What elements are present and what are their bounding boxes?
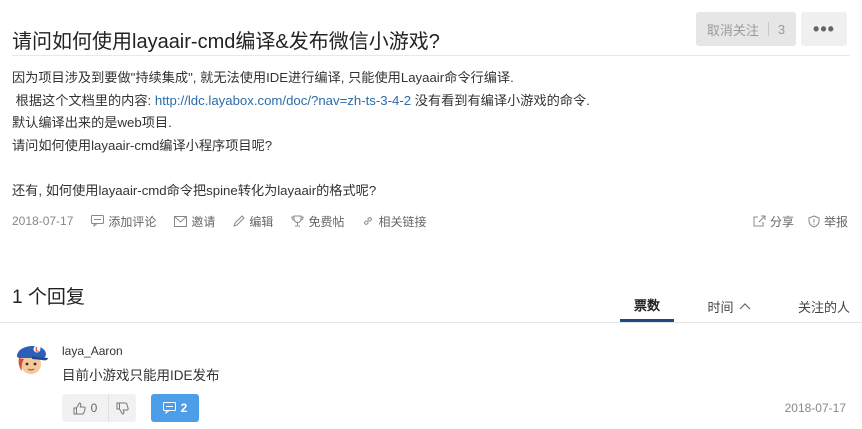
question-body: 因为项目涉及到要做"持续集成", 就无法使用IDE进行编译, 只能使用Layaa… [12, 67, 842, 203]
comment-icon [162, 402, 176, 414]
body-line-blank [12, 157, 842, 180]
answer-username[interactable]: laya_Aaron [62, 344, 123, 358]
free-post-link[interactable]: 免费帖 [291, 213, 344, 230]
invite-link[interactable]: 邀请 [174, 213, 215, 230]
unfollow-button[interactable]: 取消关注 3 [696, 12, 796, 46]
follow-count: 3 [777, 21, 786, 37]
answer-count-heading: 1 个回复 [12, 287, 85, 308]
doc-link[interactable]: http://ldc.layabox.com/doc/?nav=zh-ts-3-… [155, 93, 411, 108]
comments-button[interactable]: 2 [151, 394, 199, 422]
sort-tabs: 票数 时间 关注的人 [620, 290, 862, 322]
tab-time[interactable]: 时间 [692, 290, 766, 322]
shield-icon [808, 214, 820, 228]
thumbs-down-icon [116, 402, 129, 415]
chevron-up-icon [739, 303, 750, 310]
body-line-doc: 根据这个文档里的内容: http://ldc.layabox.com/doc/?… [12, 92, 590, 108]
share-link[interactable]: 分享 [753, 213, 794, 230]
answer-text: 目前小游戏只能用IDE发布 [62, 368, 220, 383]
edit-link[interactable]: 编辑 [233, 213, 273, 230]
body-line: 还有, 如何使用layaair-cmd命令把spine转化为layaair的格式… [12, 182, 377, 198]
related-links-link[interactable]: 相关链接 [362, 213, 426, 230]
unfollow-label: 取消关注 [706, 22, 759, 38]
body-line: 因为项目涉及到要做"持续集成", 就无法使用IDE进行编译, 只能使用Layaa… [12, 70, 514, 85]
question-meta-row: 2018-07-17 添加评论 邀请 编辑 免费帖 相关链接 分享 举报 [12, 211, 848, 231]
trophy-icon [291, 215, 304, 227]
upvote-button[interactable]: 0 [62, 394, 108, 422]
comment-count: 2 [180, 401, 188, 415]
comment-icon [91, 215, 105, 227]
upvote-count: 0 [90, 401, 98, 415]
avatar[interactable]: L [12, 338, 50, 376]
question-title: 请问如何使用layaair-cmd编译&发布微信小游戏? [12, 31, 440, 54]
body-line: 请问如何使用layaair-cmd编译小程序项目呢? [12, 137, 273, 153]
vote-group: 0 [62, 394, 136, 422]
share-icon [753, 215, 766, 227]
body-line: 默认编译出来的是web项目. [12, 115, 172, 131]
add-comment-link[interactable]: 添加评论 [91, 213, 156, 230]
report-link[interactable]: 举报 [808, 213, 848, 230]
more-options-button[interactable]: ••• [801, 12, 847, 46]
tab-votes[interactable]: 票数 [620, 290, 674, 322]
link-icon [364, 216, 373, 226]
svg-text:L: L [35, 347, 39, 354]
downvote-button[interactable] [108, 394, 136, 422]
answer-date: 2018-07-17 [784, 401, 846, 415]
more-dots-icon: ••• [813, 18, 835, 39]
button-separator [767, 22, 769, 36]
title-divider [12, 55, 850, 56]
thumbs-up-icon [73, 401, 86, 414]
tab-followed-people[interactable]: 关注的人 [784, 290, 862, 322]
avatar-image: L [17, 345, 48, 374]
envelope-icon [174, 215, 188, 227]
question-date: 2018-07-17 [12, 214, 74, 228]
pencil-icon [233, 215, 246, 227]
answers-divider [0, 322, 862, 323]
